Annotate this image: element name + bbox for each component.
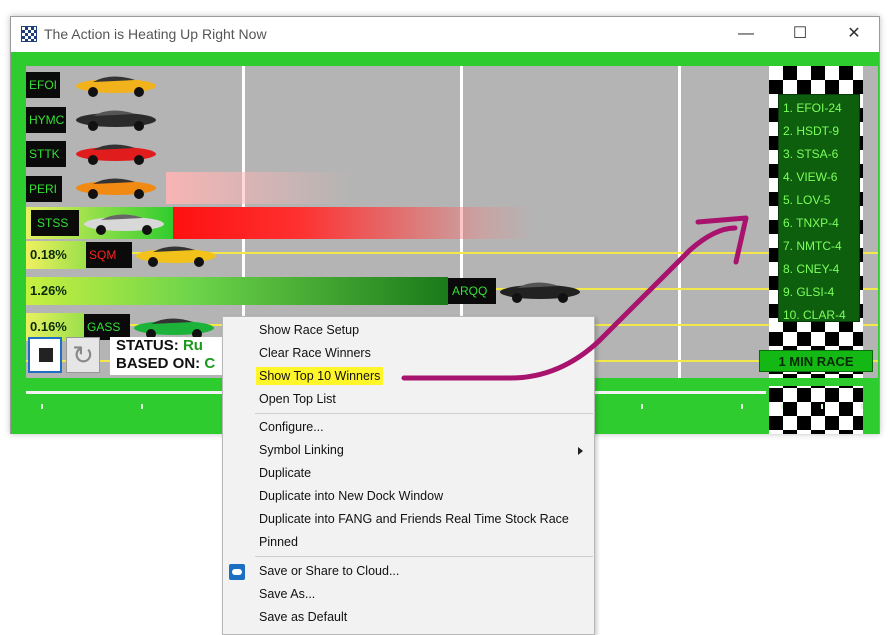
lane-label-peri[interactable]: PERI <box>26 176 62 202</box>
context-menu: Show Race Setup Clear Race Winners Show … <box>222 316 595 635</box>
track-tick <box>741 404 743 409</box>
menu-item-open-top-list[interactable]: Open Top List <box>223 388 595 411</box>
percent-change-bar: 1.26% <box>26 277 448 305</box>
cloud-share-icon <box>229 564 245 580</box>
track-tick <box>861 404 863 409</box>
maximize-button[interactable]: ☐ <box>777 21 823 47</box>
menu-item-show-race-setup[interactable]: Show Race Setup <box>223 319 595 342</box>
menu-item-show-top-10-winners[interactable]: Show Top 10 Winners <box>223 365 595 388</box>
status-label: STATUS: <box>116 337 179 354</box>
race-car-icon <box>76 110 156 131</box>
submenu-arrow-icon <box>578 447 583 455</box>
lane-label-stss[interactable]: STSS <box>31 210 79 236</box>
menu-item-symbol-linking[interactable]: Symbol Linking <box>223 439 595 462</box>
menu-item-configure[interactable]: Configure... <box>223 416 595 439</box>
race-car-icon <box>76 144 156 165</box>
menu-item-duplicate-fang[interactable]: Duplicate into FANG and Friends Real Tim… <box>223 508 595 531</box>
stop-icon <box>39 348 53 362</box>
winner-entry: 3. STSA-6 <box>783 147 839 161</box>
winner-entry: 2. HSDT-9 <box>783 124 840 138</box>
lane-label-hymc[interactable]: HYMC <box>26 107 66 133</box>
lane-label-sttk[interactable]: STTK <box>26 141 66 167</box>
menu-separator <box>255 556 593 557</box>
race-car-icon <box>136 246 216 267</box>
track-tick <box>141 404 143 409</box>
race-car-icon <box>84 214 164 235</box>
winner-entry: 9. GLSI-4 <box>783 285 835 299</box>
checkered-flag-icon <box>21 26 37 42</box>
track-tick <box>821 404 823 409</box>
race-car-icon <box>76 76 156 97</box>
menu-item-duplicate-new-dock[interactable]: Duplicate into New Dock Window <box>223 485 595 508</box>
track-marker-line <box>678 66 681 378</box>
menu-item-pinned[interactable]: Pinned <box>223 531 595 554</box>
window-title: The Action is Heating Up Right Now <box>44 26 267 42</box>
winner-entry: 1. EFOI-24 <box>783 101 842 115</box>
lane-label-efoi[interactable]: EFOI <box>26 72 60 98</box>
stop-button[interactable] <box>28 337 62 373</box>
based-on-label: BASED ON: <box>116 355 201 372</box>
menu-item-clear-race-winners[interactable]: Clear Race Winners <box>223 342 595 365</box>
based-on-value: C <box>204 355 216 372</box>
minimize-button[interactable]: — <box>723 21 769 47</box>
percent-change-bar: 0.18% <box>26 241 86 269</box>
winner-entry: 5. LOV-5 <box>783 193 831 207</box>
winner-entry: 10. CLAR-4 <box>783 308 846 322</box>
menu-item-save-share-cloud[interactable]: Save or Share to Cloud... <box>223 560 595 583</box>
status-value: Ru <box>182 337 203 354</box>
close-button[interactable]: ✕ <box>831 21 877 47</box>
title-bar[interactable]: The Action is Heating Up Right Now — ☐ ✕ <box>11 17 879 51</box>
track-tick <box>41 404 43 409</box>
menu-item-save-as-default[interactable]: Save as Default <box>223 606 595 629</box>
winner-entry: 4. VIEW-6 <box>783 170 838 184</box>
race-car-icon <box>76 178 156 199</box>
race-length-badge: 1 MIN RACE <box>759 350 873 372</box>
lane-label-arqq[interactable]: ARQQ <box>448 278 496 304</box>
speed-trail <box>166 172 351 204</box>
track-tick <box>781 404 783 409</box>
track-tick <box>641 404 643 409</box>
race-car-icon <box>500 282 580 303</box>
menu-item-save-as[interactable]: Save As... <box>223 583 595 606</box>
menu-separator <box>255 413 593 414</box>
speed-trail <box>173 207 533 239</box>
winner-entry: 8. CNEY-4 <box>783 262 840 276</box>
winner-entry: 7. NMTC-4 <box>783 239 842 253</box>
lane-label-sqm[interactable]: SQM <box>86 242 132 268</box>
top-winners-list: 1. EFOI-24 2. HSDT-9 3. STSA-6 4. VIEW-6… <box>778 94 860 322</box>
restart-button[interactable]: ↻ <box>66 337 100 373</box>
menu-item-duplicate[interactable]: Duplicate <box>223 462 595 485</box>
winner-entry: 6. TNXP-4 <box>783 216 839 230</box>
